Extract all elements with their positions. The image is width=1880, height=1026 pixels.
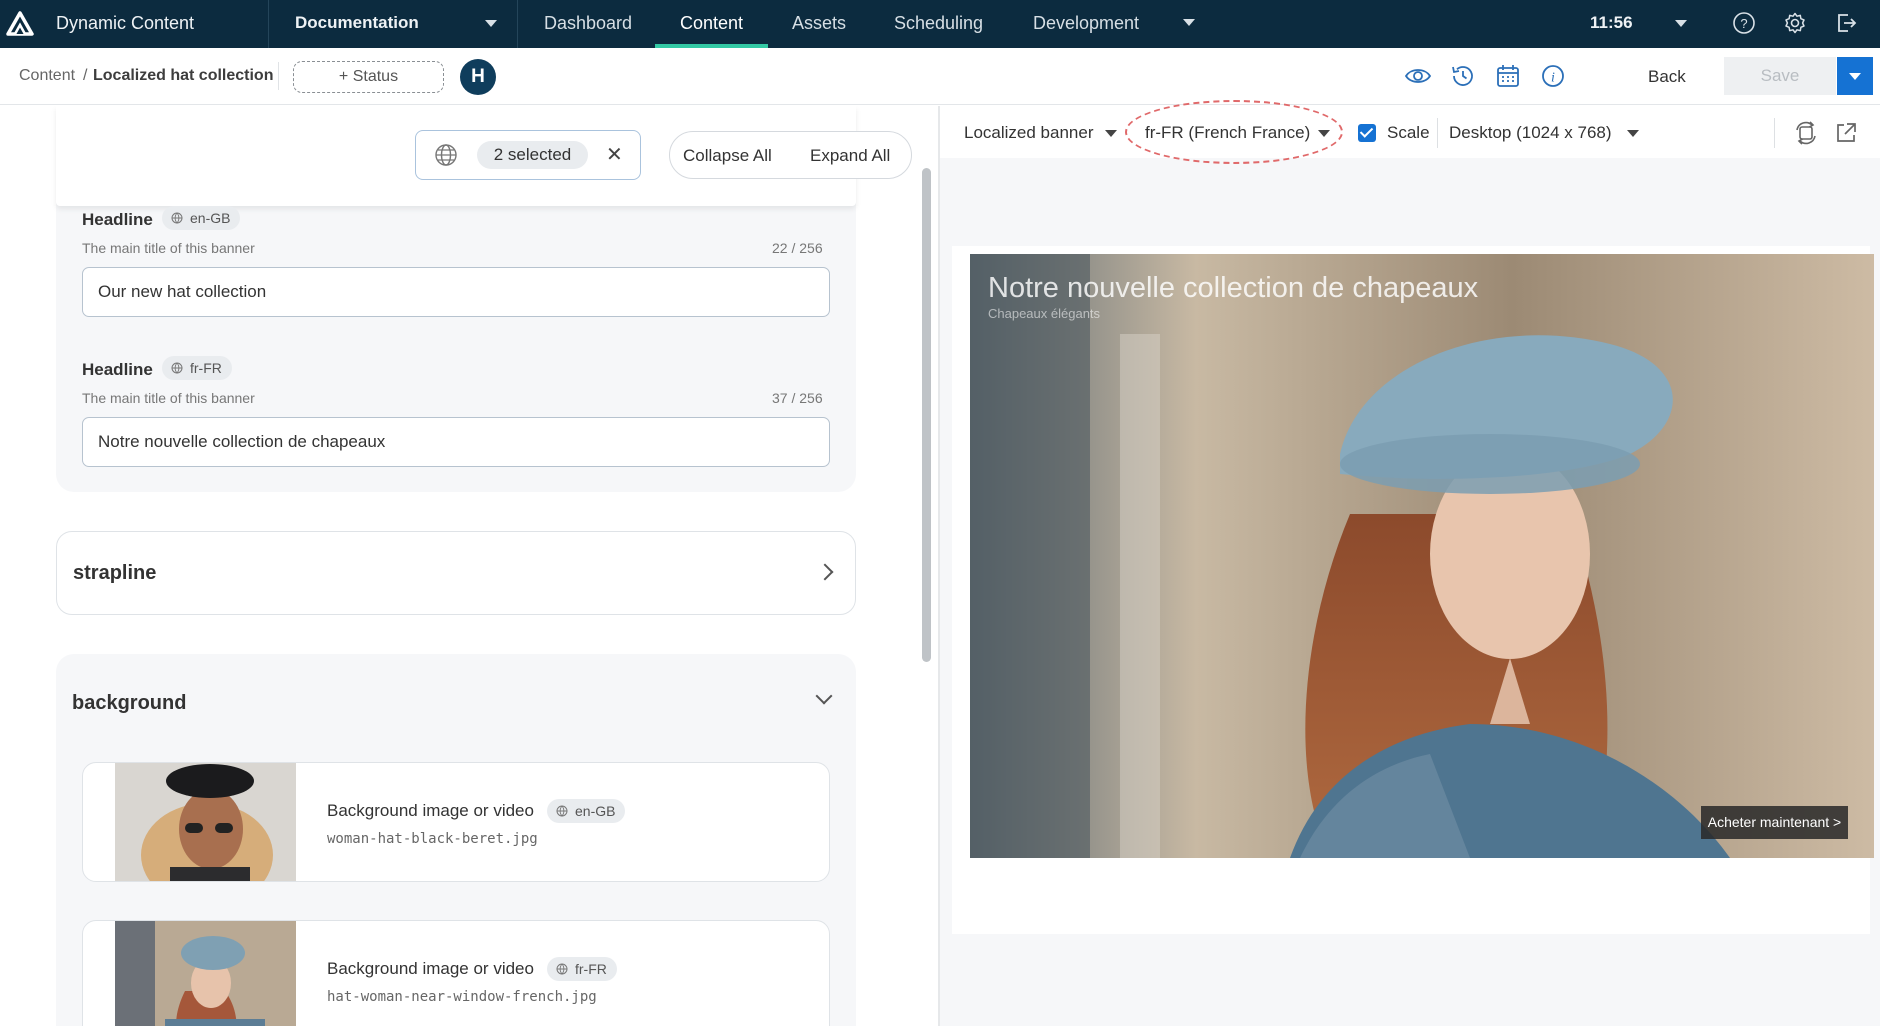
toolbar-divider bbox=[1437, 118, 1438, 148]
character-count: 22 / 256 bbox=[772, 240, 823, 256]
locale-code: fr-FR bbox=[190, 360, 222, 376]
locale-filter[interactable]: 2 selected ✕ bbox=[415, 130, 641, 180]
globe-icon bbox=[171, 212, 183, 224]
info-icon[interactable]: i bbox=[1539, 62, 1567, 90]
nav-scheduling[interactable]: Scheduling bbox=[894, 13, 983, 34]
media-filename: woman-hat-black-beret.jpg bbox=[327, 831, 538, 847]
banner-preview[interactable]: Notre nouvelle collection de chapeaux Ch… bbox=[970, 254, 1874, 858]
banner-headline: Notre nouvelle collection de chapeaux bbox=[988, 272, 1479, 304]
strapline-section[interactable]: strapline bbox=[56, 531, 856, 615]
media-label: Background image or video bbox=[327, 959, 534, 978]
globe-icon bbox=[556, 963, 568, 975]
breadcrumb-root[interactable]: Content bbox=[19, 67, 75, 85]
nav-divider bbox=[517, 0, 518, 48]
refresh-icon[interactable] bbox=[1793, 120, 1819, 146]
logout-icon[interactable] bbox=[1834, 11, 1858, 35]
scale-checkbox[interactable] bbox=[1358, 124, 1376, 142]
collapse-expand-group: Collapse All Expand All bbox=[669, 131, 912, 179]
template-selector[interactable]: Localized banner bbox=[964, 123, 1093, 143]
locale-selected-chip: 2 selected bbox=[477, 141, 588, 169]
toolbar-divider bbox=[278, 62, 279, 90]
media-filename: hat-woman-near-window-french.jpg bbox=[327, 989, 597, 1005]
preview-toolbar: Localized banner fr-FR (French France) S… bbox=[940, 100, 1880, 164]
content-editor-panel: 2 selected ✕ Collapse All Expand All Hea… bbox=[0, 106, 918, 1026]
media-label: Background image or video bbox=[327, 801, 534, 820]
caret-down-icon[interactable] bbox=[485, 20, 497, 27]
nav-content[interactable]: Content bbox=[680, 13, 743, 34]
headline-input-en-gb[interactable]: Our new hat collection bbox=[82, 267, 830, 317]
back-button[interactable]: Back bbox=[1648, 67, 1686, 87]
highlight-annotation bbox=[1125, 100, 1343, 164]
locale-tag: fr-FR bbox=[547, 957, 617, 981]
save-options-dropdown[interactable] bbox=[1837, 57, 1873, 95]
calendar-icon[interactable] bbox=[1494, 62, 1522, 90]
app-title: Dynamic Content bbox=[56, 13, 195, 33]
nav-dashboard[interactable]: Dashboard bbox=[544, 13, 632, 34]
field-hint: The main title of this banner bbox=[82, 240, 255, 256]
nav-development[interactable]: Development bbox=[1033, 13, 1139, 34]
caret-down-icon bbox=[1849, 73, 1861, 80]
headline-label: Headline bbox=[82, 210, 153, 229]
caret-down-icon[interactable] bbox=[1627, 130, 1639, 137]
banner-cta-button[interactable]: Acheter maintenant > bbox=[1701, 806, 1848, 839]
avatar[interactable]: H bbox=[460, 59, 496, 95]
external-link-icon[interactable] bbox=[1834, 121, 1858, 145]
caret-down-icon[interactable] bbox=[1105, 130, 1117, 137]
preview-panel: Localized banner fr-FR (French France) S… bbox=[940, 100, 1880, 1026]
globe-icon bbox=[171, 362, 183, 374]
gear-icon[interactable] bbox=[1783, 11, 1807, 35]
section-title: strapline bbox=[73, 562, 157, 584]
close-icon[interactable]: ✕ bbox=[606, 145, 623, 165]
globe-icon bbox=[435, 144, 457, 166]
locale-code: en-GB bbox=[575, 803, 616, 819]
chevron-down-icon[interactable] bbox=[815, 687, 833, 705]
editor-toolbar: 2 selected ✕ Collapse All Expand All bbox=[56, 106, 912, 206]
clock: 11:56 bbox=[1590, 13, 1633, 32]
field-hint: The main title of this banner bbox=[82, 390, 255, 406]
save-button[interactable]: Save bbox=[1724, 57, 1836, 95]
banner-subheadline: Chapeaux élégants bbox=[988, 306, 1101, 321]
expand-all-button[interactable]: Expand All bbox=[810, 146, 890, 166]
banner-image bbox=[970, 254, 1874, 858]
editor-scrollbar[interactable] bbox=[922, 168, 931, 662]
logo-icon[interactable] bbox=[6, 11, 34, 37]
hub-selector[interactable]: Documentation bbox=[295, 13, 419, 33]
media-thumbnail bbox=[115, 921, 296, 1026]
top-navigation-bar: Dynamic Content Documentation Dashboard … bbox=[0, 0, 1880, 48]
headline-label: Headline bbox=[82, 360, 153, 379]
locale-tag: en-GB bbox=[162, 206, 241, 230]
device-selector[interactable]: Desktop (1024 x 768) bbox=[1449, 123, 1612, 143]
caret-down-icon[interactable] bbox=[1675, 20, 1687, 27]
toolbar-divider bbox=[1774, 118, 1775, 148]
locale-code: en-GB bbox=[190, 210, 231, 226]
character-count: 37 / 256 bbox=[772, 390, 823, 406]
media-item[interactable]: Background image or video fr-FR hat-woma… bbox=[82, 920, 830, 1026]
collapse-all-button[interactable]: Collapse All bbox=[683, 146, 772, 166]
locale-tag: fr-FR bbox=[162, 356, 232, 380]
content-toolbar: Content / Localized hat collection + Sta… bbox=[0, 48, 1880, 105]
history-icon[interactable] bbox=[1449, 62, 1477, 90]
breadcrumb-separator: / bbox=[83, 67, 88, 84]
media-thumbnail bbox=[115, 763, 296, 881]
nav-divider bbox=[268, 0, 269, 48]
caret-down-icon[interactable] bbox=[1183, 19, 1195, 26]
eye-icon[interactable] bbox=[1404, 62, 1432, 90]
help-icon[interactable]: ? bbox=[1732, 11, 1756, 35]
svg-text:?: ? bbox=[1740, 16, 1747, 31]
locale-tag: en-GB bbox=[547, 799, 626, 823]
chevron-right-icon[interactable] bbox=[816, 563, 834, 581]
svg-text:i: i bbox=[1551, 71, 1555, 86]
scale-label: Scale bbox=[1387, 123, 1430, 142]
nav-assets[interactable]: Assets bbox=[792, 13, 846, 34]
headline-input-fr-fr[interactable]: Notre nouvelle collection de chapeaux bbox=[82, 417, 830, 467]
add-status-button[interactable]: + Status bbox=[293, 61, 444, 93]
media-item[interactable]: Background image or video en-GB woman-ha… bbox=[82, 762, 830, 882]
preview-frame: Notre nouvelle collection de chapeaux Ch… bbox=[952, 246, 1874, 934]
section-title: background bbox=[72, 692, 187, 714]
globe-icon bbox=[556, 805, 568, 817]
locale-code: fr-FR bbox=[575, 961, 607, 977]
breadcrumb-current: Localized hat collection bbox=[93, 67, 274, 84]
